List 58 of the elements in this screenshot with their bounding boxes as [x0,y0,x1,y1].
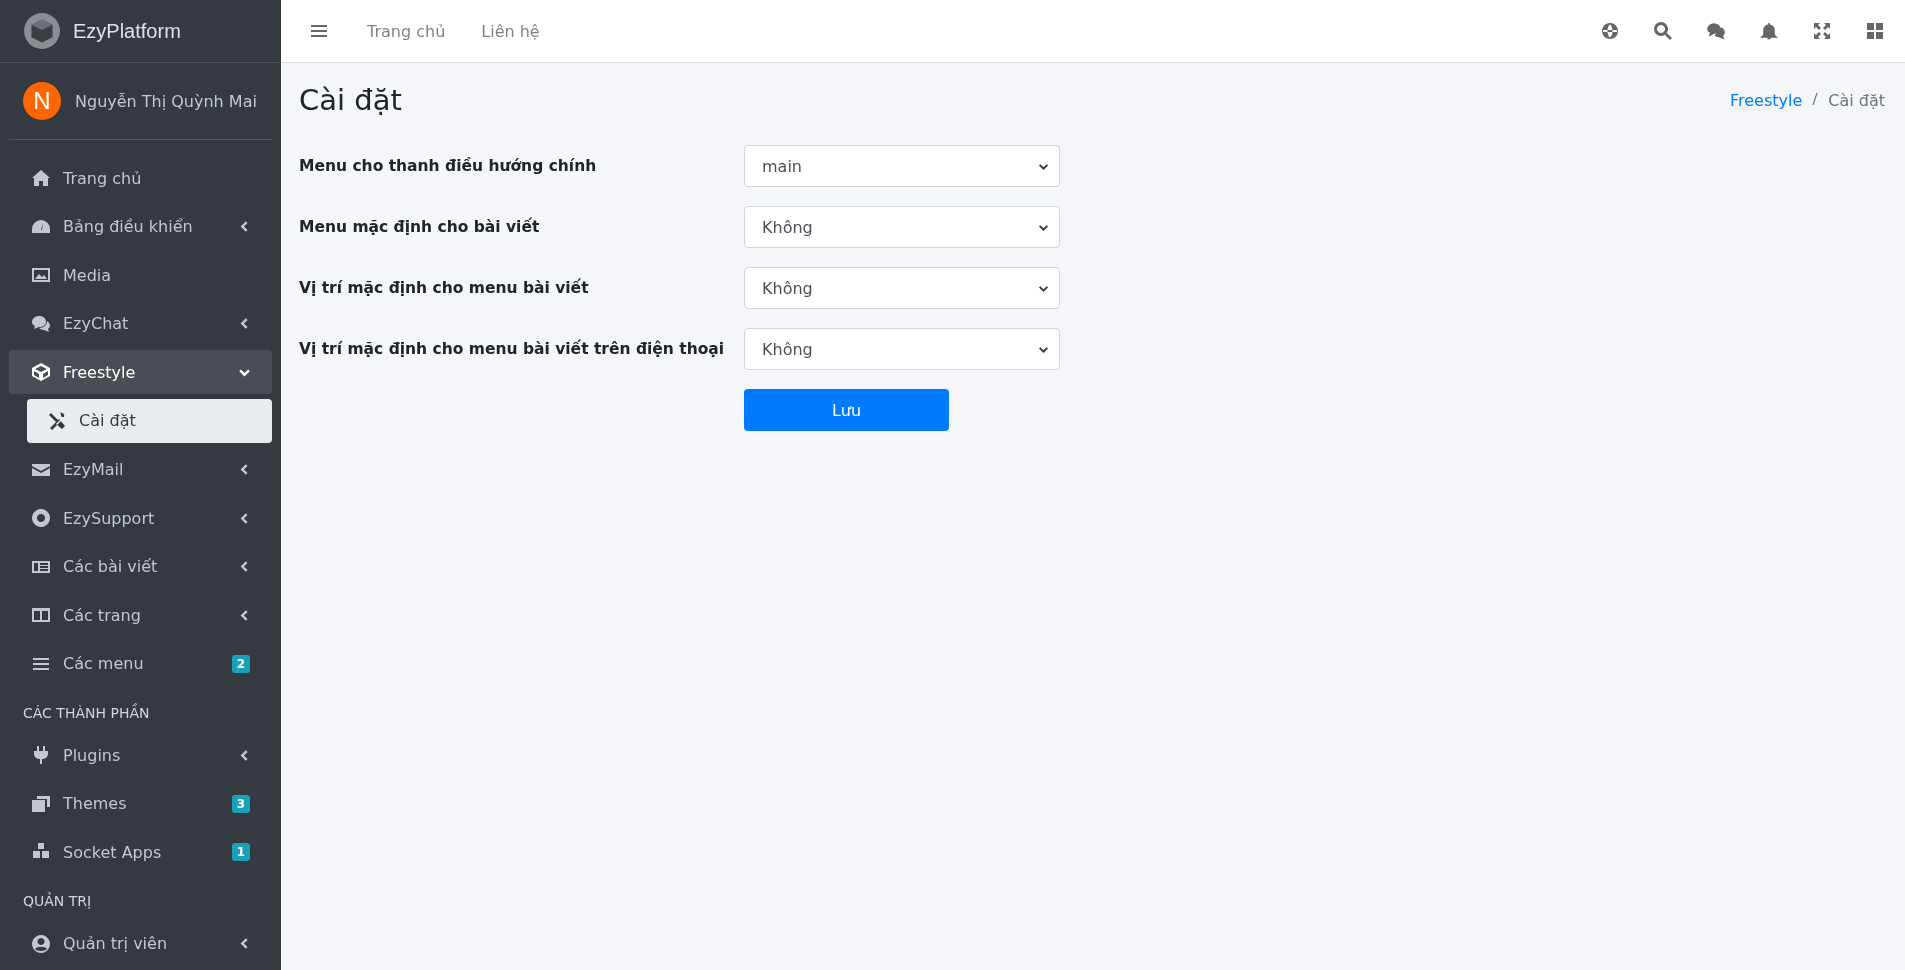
select-field[interactable]: main [744,145,1060,187]
expand-icon[interactable] [1812,21,1832,41]
plug-icon [31,745,51,766]
sidebar-subitem[interactable]: Cài đặt [27,398,272,443]
sidebar-item[interactable]: Quản trị viên [9,921,272,966]
sidebar-item[interactable]: Các menu 2 [9,641,272,686]
home-icon [31,168,51,188]
sidebar-item[interactable]: Bảng điều khiển [9,204,272,249]
grid-icon[interactable] [1865,21,1885,41]
nav-link[interactable]: Liên hệ [463,21,558,41]
sidebar-item[interactable]: EzySupport [9,496,272,541]
sidebar-item[interactable]: Freestyle [9,350,272,395]
nav-section-header: QUẢN TRỊ [22,891,93,911]
chevron-left-icon [239,464,250,476]
chevron-left-icon [239,609,250,621]
breadcrumb-link[interactable]: Freestyle [1729,90,1803,110]
field-label: Vị trí mặc định cho menu bài viết [299,279,590,297]
save-button[interactable]: Lưu [744,389,949,431]
lifebuoy-icon [31,508,51,529]
nav-section-header: CÁC THÀNH PHẦN [22,702,151,723]
field-label: Vị trí mặc định cho menu bài viết trên điện thoại [299,340,726,358]
windows-icon [31,793,51,814]
chevron-left-icon [239,938,250,949]
chat-icon [31,313,51,334]
sidebar-item[interactable]: Trang chủ [9,156,272,200]
field-label: Menu cho thanh điều hướng chính [299,157,598,175]
sidebar-item[interactable]: Themes 3 [9,781,272,826]
chevron-left-icon [239,512,250,524]
search-icon[interactable] [1653,21,1673,41]
chevron-left-icon [239,318,250,330]
chevron-left-icon [239,221,250,233]
sidebar-item[interactable]: EzyMail [9,447,272,492]
select-field[interactable]: Không [744,328,1060,370]
brand-name[interactable]: EzyPlatform [73,19,181,43]
nav-link[interactable]: Trang chủ [349,21,464,41]
select-field[interactable]: Không [744,267,1060,309]
bell-icon[interactable] [1759,21,1779,41]
count-badge: 1 [231,843,250,862]
page-title: Cài đặt [299,83,402,117]
cube-icon [31,362,51,383]
chevron-left-icon [239,561,250,573]
user-name[interactable]: Nguyễn Thị Quỳnh Mai [75,91,257,111]
count-badge: 3 [231,794,250,813]
cube-logo-icon [23,12,61,50]
breadcrumb-item: Cài đặt [1828,90,1885,110]
select-field[interactable]: Không [744,206,1060,248]
sidebar-item[interactable]: Plugins [9,733,272,778]
sidebar-item[interactable]: EzyChat [9,301,272,346]
sidebar-item[interactable]: Các trang [9,593,272,638]
user-avatar: N [23,82,61,120]
chat-icon[interactable] [1706,21,1726,41]
count-badge: 2 [231,654,250,673]
sidebar-item[interactable]: Media [9,253,272,298]
sidebar-item[interactable]: Các bài viết [9,544,272,589]
chevron-left-icon [239,749,250,761]
field-label: Menu mặc định cho bài viết [299,218,541,236]
sidebar-item[interactable]: Socket Apps 1 [9,830,272,875]
tools-icon [47,410,67,431]
